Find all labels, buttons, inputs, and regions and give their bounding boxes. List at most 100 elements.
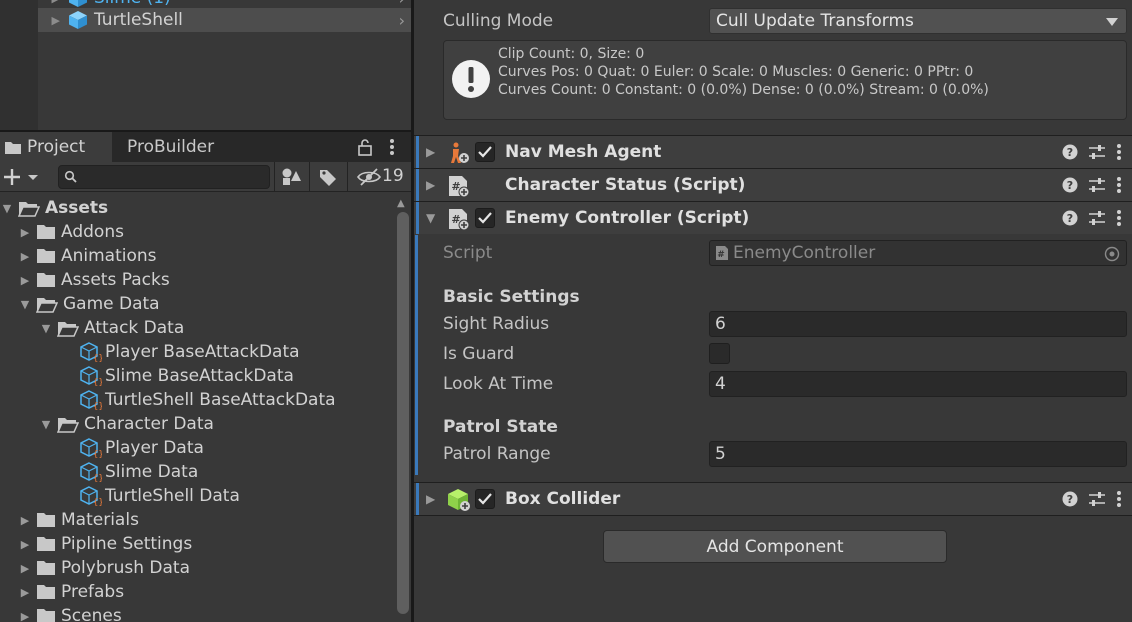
expanded-arrow-icon[interactable]: ▼ bbox=[426, 211, 435, 225]
scrollbar-thumb[interactable] bbox=[397, 212, 409, 614]
help-icon[interactable]: ? bbox=[1062, 144, 1078, 160]
collapsed-arrow-icon[interactable]: ▶ bbox=[426, 492, 435, 506]
hidden-packages-icon[interactable] bbox=[357, 168, 381, 186]
tree-item-materials[interactable]: ▶ Materials bbox=[0, 508, 395, 532]
collapsed-arrow-icon[interactable]: ▶ bbox=[18, 226, 32, 239]
help-icon[interactable]: ? bbox=[1062, 210, 1078, 226]
tree-item-label: TurtleShell Data bbox=[105, 486, 240, 506]
collapsed-arrow-icon[interactable]: ▶ bbox=[18, 250, 32, 263]
collapsed-arrow-icon[interactable]: ▶ bbox=[426, 145, 435, 159]
expanded-arrow-icon[interactable]: ▼ bbox=[18, 298, 32, 311]
component-header-enemy-controller[interactable]: ▼ # Enemy Controller (Script) ? bbox=[414, 201, 1132, 234]
component-header-character-status[interactable]: ▶ # Character Status (Script) ? bbox=[414, 168, 1132, 201]
kebab-menu-icon[interactable] bbox=[1116, 176, 1122, 194]
presets-icon[interactable] bbox=[1088, 491, 1106, 507]
tree-item-attack-data[interactable]: ▼ Attack Data bbox=[0, 316, 395, 340]
object-picker-icon[interactable] bbox=[1104, 246, 1120, 262]
component-divider bbox=[414, 515, 1132, 516]
tree-item-assets-packs[interactable]: ▶ Assets Packs bbox=[0, 268, 395, 292]
hierarchy-item-selected[interactable]: ▶ TurtleShell › bbox=[38, 8, 411, 32]
look-at-time-value: 4 bbox=[715, 374, 726, 394]
tree-item-turtleshell-data[interactable]: {} TurtleShell Data bbox=[0, 484, 395, 508]
presets-icon[interactable] bbox=[1088, 144, 1106, 160]
add-dropdown-button[interactable] bbox=[3, 166, 41, 188]
filter-by-label-icon[interactable] bbox=[319, 168, 337, 186]
sight-radius-field[interactable]: 6 bbox=[709, 311, 1127, 337]
lock-icon[interactable] bbox=[357, 138, 373, 156]
component-header-nav-mesh-agent[interactable]: ▶ Nav Mesh Agent ? bbox=[414, 135, 1132, 168]
expanded-arrow-icon[interactable]: ▼ bbox=[0, 202, 14, 215]
tree-item-character-data[interactable]: ▼ Character Data bbox=[0, 412, 395, 436]
tree-item-label: Slime BaseAttackData bbox=[105, 366, 294, 386]
collapsed-arrow-icon[interactable]: ▶ bbox=[18, 514, 32, 527]
add-component-button[interactable]: Add Component bbox=[603, 530, 947, 563]
culling-mode-dropdown[interactable]: Cull Update Transforms bbox=[709, 8, 1127, 34]
component-buttons: ? bbox=[1062, 209, 1122, 227]
collapsed-arrow-icon[interactable]: ▶ bbox=[18, 274, 32, 287]
script-value: EnemyController bbox=[733, 243, 876, 263]
tree-item-pipline-settings[interactable]: ▶ Pipline Settings bbox=[0, 532, 395, 556]
tab-probuilder[interactable]: ProBuilder bbox=[112, 132, 242, 162]
component-header-box-collider[interactable]: ▶ Box Collider ? bbox=[414, 482, 1132, 515]
presets-icon[interactable] bbox=[1088, 177, 1106, 193]
folder-icon bbox=[36, 248, 56, 264]
help-icon[interactable]: ? bbox=[1062, 177, 1078, 193]
folder-icon bbox=[36, 272, 56, 288]
component-title: Enemy Controller (Script) bbox=[505, 208, 750, 228]
collapsed-arrow-icon[interactable]: ▶ bbox=[18, 538, 32, 551]
tree-item-game-data[interactable]: ▼ Game Data bbox=[0, 292, 395, 316]
is-guard-checkbox[interactable] bbox=[709, 343, 730, 364]
patrol-range-field[interactable]: 5 bbox=[709, 441, 1127, 467]
collapsed-arrow-icon[interactable]: ▶ bbox=[18, 586, 32, 599]
expanded-arrow-icon[interactable]: ▼ bbox=[39, 418, 53, 431]
filter-by-type-icon[interactable] bbox=[281, 167, 301, 187]
script-file-icon: # bbox=[715, 245, 729, 261]
component-enabled-checkbox[interactable] bbox=[475, 489, 495, 509]
chevron-right-icon[interactable]: › bbox=[399, 0, 405, 8]
presets-icon[interactable] bbox=[1088, 210, 1106, 226]
prefab-cube-icon bbox=[68, 10, 88, 30]
hierarchy-gutter bbox=[0, 0, 38, 130]
expand-arrow-icon[interactable]: ▶ bbox=[38, 14, 68, 27]
chevron-right-icon[interactable]: › bbox=[399, 11, 405, 30]
section-header-patrol-state: Patrol State bbox=[443, 417, 558, 437]
tree-item-slime-data[interactable]: {} Slime Data bbox=[0, 460, 395, 484]
scriptable-object-icon: {} bbox=[80, 366, 102, 386]
tab-project[interactable]: Project bbox=[0, 132, 112, 162]
look-at-time-field[interactable]: 4 bbox=[709, 371, 1127, 397]
hidden-count: 19 bbox=[382, 166, 404, 186]
tree-item-label: Player Data bbox=[105, 438, 204, 458]
tree-item-turtleshell-baseattackdata[interactable]: {} TurtleShell BaseAttackData bbox=[0, 388, 395, 412]
component-enabled-checkbox[interactable] bbox=[475, 142, 495, 162]
search-input[interactable] bbox=[58, 165, 270, 189]
kebab-menu-icon[interactable] bbox=[1116, 143, 1122, 161]
kebab-menu-icon[interactable] bbox=[388, 137, 396, 157]
folder-open-icon bbox=[57, 320, 79, 337]
svg-text:{}: {} bbox=[93, 402, 102, 410]
collapsed-arrow-icon[interactable]: ▶ bbox=[426, 178, 435, 192]
expand-arrow-icon[interactable]: ▶ bbox=[38, 0, 68, 5]
kebab-menu-icon[interactable] bbox=[1116, 490, 1122, 508]
component-enabled-checkbox[interactable] bbox=[475, 208, 495, 228]
scroll-up-arrow-icon[interactable]: ▲ bbox=[397, 198, 405, 209]
tree-item-player-data[interactable]: {} Player Data bbox=[0, 436, 395, 460]
collapsed-arrow-icon[interactable]: ▶ bbox=[18, 562, 32, 575]
tree-item-label: Assets bbox=[45, 198, 109, 218]
component-buttons: ? bbox=[1062, 176, 1122, 194]
tree-item-animations[interactable]: ▶ Animations bbox=[0, 244, 395, 268]
tree-item-addons[interactable]: ▶ Addons bbox=[0, 220, 395, 244]
folder-icon bbox=[36, 608, 56, 622]
tree-item-prefabs[interactable]: ▶ Prefabs bbox=[0, 580, 395, 604]
kebab-menu-icon[interactable] bbox=[1116, 209, 1122, 227]
collapsed-arrow-icon[interactable]: ▶ bbox=[18, 610, 32, 622]
help-icon[interactable]: ? bbox=[1062, 491, 1078, 507]
tree-item-polybrush-data[interactable]: ▶ Polybrush Data bbox=[0, 556, 395, 580]
tree-item-scenes[interactable]: ▶ Scenes bbox=[0, 604, 395, 622]
tree-item-player-baseattackdata[interactable]: {} Player BaseAttackData bbox=[0, 340, 395, 364]
prefab-cube-icon bbox=[68, 0, 88, 8]
tree-item-assets[interactable]: ▼ Assets bbox=[0, 196, 395, 220]
script-icon: # bbox=[447, 207, 471, 231]
tree-item-slime-baseattackdata[interactable]: {} Slime BaseAttackData bbox=[0, 364, 395, 388]
hierarchy-panel: ▶ Slime (1) › ▶ TurtleShell › bbox=[0, 0, 411, 130]
expanded-arrow-icon[interactable]: ▼ bbox=[39, 322, 53, 335]
